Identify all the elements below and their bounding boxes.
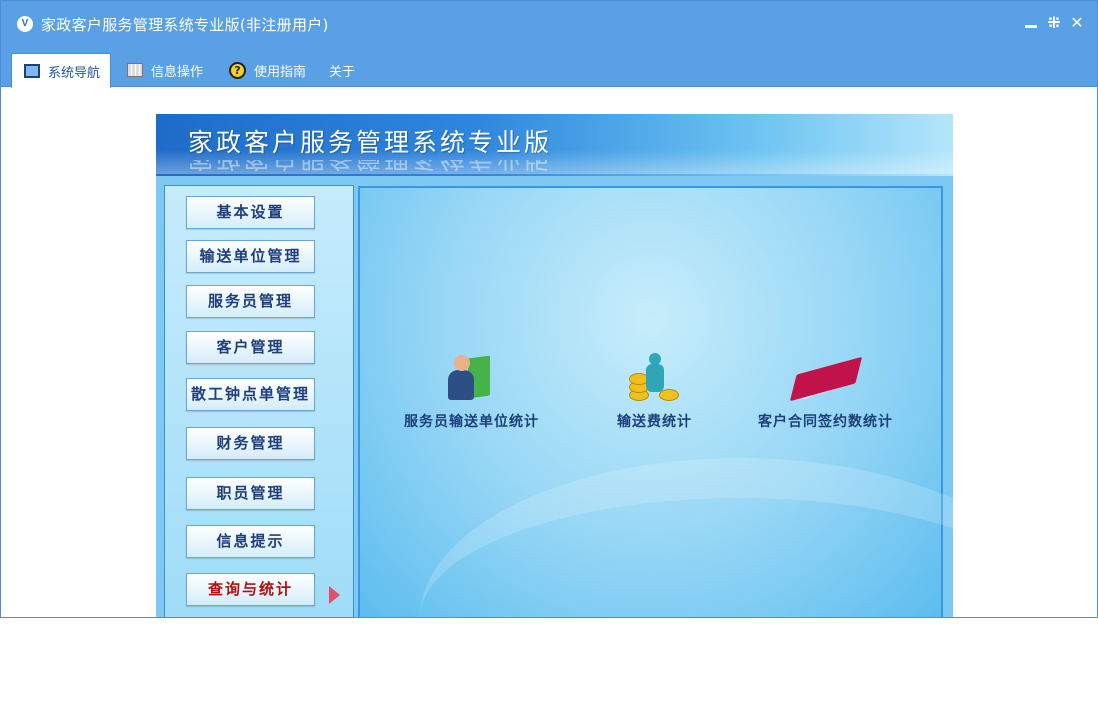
tab-system-nav[interactable]: 系统导航 [11,53,112,88]
left-nav: 基本设置 输送单位管理 服务员管理 客户管理 散工钟点单管理 财务管理 职员管理… [164,185,354,617]
tab-label: 信息操作 [151,64,204,80]
nav-customer[interactable]: 客户管理 [186,331,315,364]
coins-person-icon [628,353,681,405]
monitor-icon [24,64,40,78]
func-transfer-fee-stats[interactable]: 输送费统计 [617,353,692,431]
content-area: 家政客户服务管理系统专业版 家政客户服务管理系统专业版 基本设置 输送单位管理 … [1,88,1097,617]
nav-hourly-work[interactable]: 散工钟点单管理 [186,378,315,411]
title-bar: V 家政客户服务管理系统专业版(非注册用户) ⁜ ✕ [1,1,1097,47]
banner-title: 家政客户服务管理系统专业版 [188,128,553,157]
func-label: 客户合同签约数统计 [758,414,893,430]
nav-basic-settings[interactable]: 基本设置 [186,196,315,229]
person-book-icon [446,353,498,405]
tab-about[interactable]: 关于 [329,53,355,87]
banner-title-reflection: 家政客户服务管理系统专业版 [188,148,553,173]
window-title: 家政客户服务管理系统专业版(非注册用户) [41,16,329,34]
tab-info-ops[interactable]: 信息操作 [127,53,203,87]
nav-info-reminder[interactable]: 信息提示 [186,525,315,558]
red-book-icon [789,353,862,405]
window-controls: ⁜ ✕ [1023,13,1085,33]
main-panel: 服务员输送单位统计 输送费统计 客户合同签约数统计 [358,186,953,617]
app-window: V 家政客户服务管理系统专业版(非注册用户) ⁜ ✕ 系统导航 信息操作 ? 使… [0,0,1098,618]
tab-label: 系统导航 [48,65,101,81]
app-logo-icon: V [17,16,33,32]
nav-attendant[interactable]: 服务员管理 [186,285,315,318]
banner: 家政客户服务管理系统专业版 家政客户服务管理系统专业版 [156,114,953,176]
func-attendant-unit-stats[interactable]: 服务员输送单位统计 [404,353,539,431]
restore-icon[interactable]: ⁜ [1046,13,1062,33]
grid-icon [127,63,143,77]
close-icon[interactable]: ✕ [1069,13,1085,33]
func-label: 服务员输送单位统计 [404,414,539,430]
func-label: 输送费统计 [617,414,692,430]
help-icon: ? [229,61,246,79]
minimize-icon[interactable] [1023,13,1039,33]
nav-staff[interactable]: 职员管理 [186,477,315,510]
active-arrow-icon [329,586,340,604]
func-contract-sign-stats[interactable]: 客户合同签约数统计 [758,353,893,431]
nav-query-stats[interactable]: 查询与统计 [186,573,315,606]
tab-user-guide[interactable]: ? 使用指南 [229,53,306,87]
tab-label: 关于 [329,64,356,80]
nav-finance[interactable]: 财务管理 [186,427,315,460]
tab-label: 使用指南 [254,64,307,80]
menu-bar: 系统导航 信息操作 ? 使用指南 关于 [1,47,1097,88]
nav-transfer-unit[interactable]: 输送单位管理 [186,240,315,273]
app-frame: 家政客户服务管理系统专业版 家政客户服务管理系统专业版 基本设置 输送单位管理 … [156,114,953,617]
